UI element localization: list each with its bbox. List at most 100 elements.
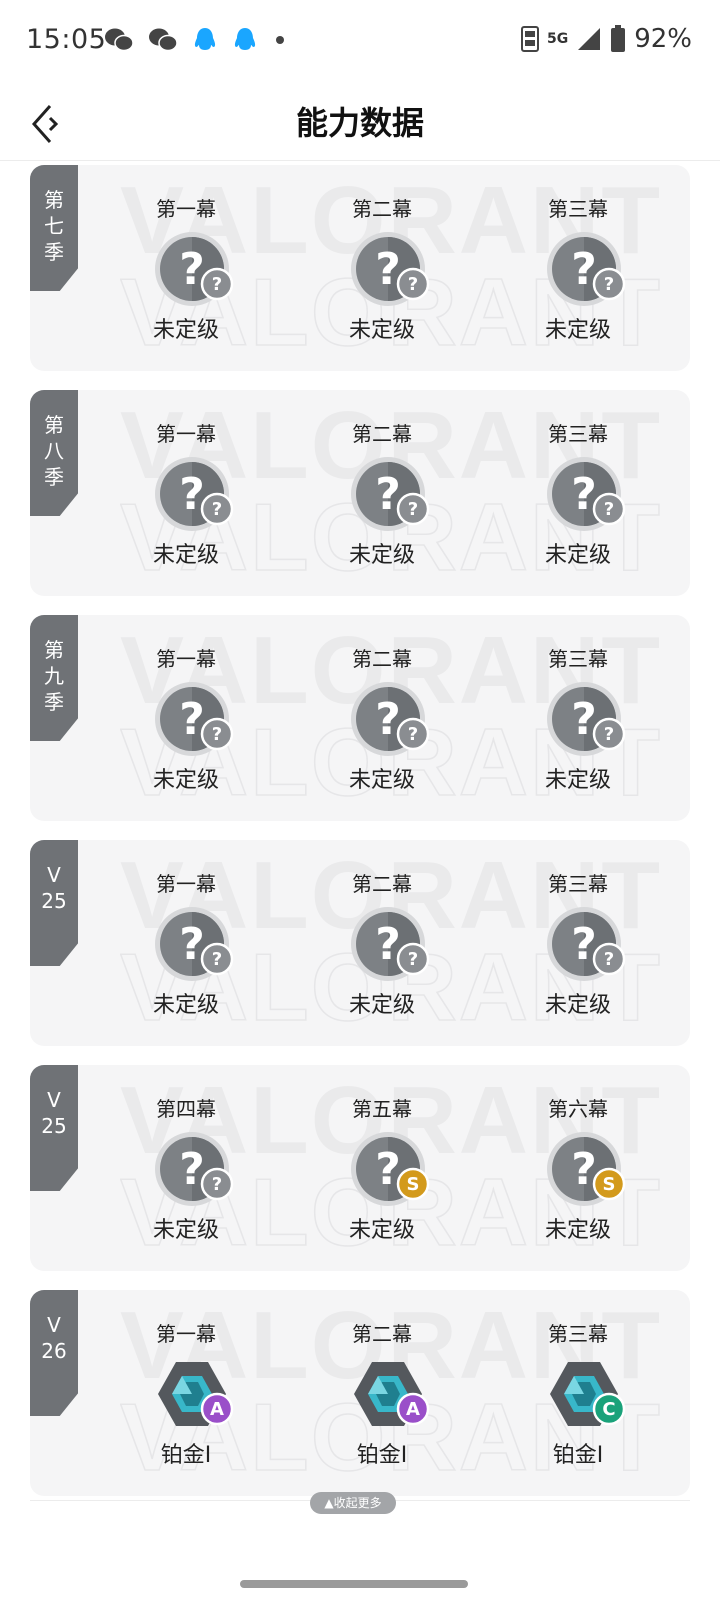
page-title: 能力数据: [295, 104, 424, 142]
home-indicator[interactable]: [240, 1580, 468, 1588]
act-title: 第一幕: [156, 872, 216, 896]
season-tag-text: 季: [44, 690, 64, 714]
season-card: VALORANT VALORANT 第九季第一幕?? 未定级 第二幕?? 未定级 第三幕??…: [30, 615, 690, 821]
act-title: 第三幕: [548, 197, 608, 221]
act-rank-label: 未定级: [152, 993, 219, 1018]
act-title: 第一幕: [156, 422, 216, 446]
act-title: 第二幕: [352, 647, 412, 671]
grade-letter: ?: [212, 949, 222, 970]
grade-letter: ?: [408, 724, 418, 745]
act-title: 第五幕: [352, 1097, 412, 1121]
season-card: VALORANT VALORANT 第八季第一幕?? 未定级 第二幕?? 未定级 第三幕??…: [30, 390, 690, 596]
collapse-more-button[interactable]: ▲收起更多: [310, 1492, 396, 1514]
season-tag-text: 七: [44, 214, 64, 238]
act-rank-label: 未定级: [544, 543, 611, 568]
act-rank-label: 未定级: [348, 543, 415, 568]
act-item[interactable]: 第一幕?? 未定级: [126, 615, 246, 821]
grade-letter: ?: [212, 499, 222, 520]
season-tag-text: 25: [41, 1114, 67, 1138]
grade-badge: ?: [396, 267, 430, 301]
act-rank-label: 未定级: [544, 993, 611, 1018]
grade-letter: S: [407, 1174, 420, 1195]
act-item[interactable]: 第六幕? S 未定级: [518, 1065, 638, 1271]
act-title: 第二幕: [352, 1322, 412, 1346]
acts-row: 第一幕?? 未定级 第二幕?? 未定级 第三幕?? 未定级: [126, 165, 690, 371]
acts-row: 第一幕?? 未定级 第二幕?? 未定级 第三幕?? 未定级: [126, 390, 690, 596]
qq-icon: [194, 28, 216, 50]
act-item[interactable]: 第三幕 C 铂金I: [518, 1290, 638, 1496]
dot-icon: [276, 36, 284, 44]
grade-badge: ?: [200, 492, 234, 526]
act-title: 第六幕: [548, 1097, 608, 1121]
act-rank-label: 未定级: [544, 318, 611, 343]
season-tag-text: 季: [44, 465, 64, 489]
season-tag-text: V: [47, 863, 61, 887]
act-rank-label: 未定级: [152, 543, 219, 568]
notification-icons: [104, 26, 288, 54]
season-tag-text: 季: [44, 240, 64, 264]
act-rank-label: 未定级: [544, 1218, 611, 1243]
season-tag: 第七季: [30, 165, 78, 291]
act-title: 第三幕: [548, 1322, 608, 1346]
act-rank-label: 未定级: [348, 1218, 415, 1243]
season-tag-text: 26: [41, 1339, 67, 1363]
collapse-label: 收起更多: [333, 1496, 382, 1510]
grade-letter: ?: [604, 724, 614, 745]
grade-letter: ?: [408, 274, 418, 295]
act-rank-label: 未定级: [152, 768, 219, 793]
grade-badge: S: [592, 1167, 626, 1201]
act-rank-label: 铂金I: [356, 1443, 408, 1468]
grade-letter: ?: [604, 499, 614, 520]
act-item[interactable]: 第二幕?? 未定级: [322, 390, 442, 596]
act-rank-label: 未定级: [152, 318, 219, 343]
acts-row: 第四幕?? 未定级 第五幕? S 未定级 第六幕? S 未定级: [126, 1065, 690, 1271]
act-item[interactable]: 第二幕 A 铂金I: [322, 1290, 442, 1496]
act-item[interactable]: 第一幕?? 未定级: [126, 840, 246, 1046]
season-tag: V 25: [30, 1065, 78, 1191]
act-rank-label: 未定级: [348, 768, 415, 793]
acts-row: 第一幕?? 未定级 第二幕?? 未定级 第三幕?? 未定级: [126, 615, 690, 821]
battery-percent: 92%: [634, 24, 692, 54]
act-item[interactable]: 第一幕?? 未定级: [126, 165, 246, 371]
grade-letter: ?: [212, 724, 222, 745]
act-item[interactable]: 第三幕?? 未定级: [518, 615, 638, 821]
act-rank-label: 铂金I: [552, 1443, 604, 1468]
season-tag-text: 九: [44, 664, 64, 688]
grade-letter: C: [602, 1399, 615, 1420]
act-item[interactable]: 第二幕?? 未定级: [322, 615, 442, 821]
grade-badge: ?: [592, 267, 626, 301]
grade-badge: A: [396, 1392, 430, 1426]
acts-row: 第一幕 A 铂金I 第二幕 A 铂金I 第三幕 C 铂金I: [126, 1290, 690, 1496]
grade-letter: S: [603, 1174, 616, 1195]
season-card: VALORANT VALORANT 第七季第一幕?? 未定级 第二幕?? 未定级 第三幕??…: [30, 165, 690, 371]
act-item[interactable]: 第一幕 A 铂金I: [126, 1290, 246, 1496]
act-item[interactable]: 第三幕?? 未定级: [518, 165, 638, 371]
grade-badge: ?: [396, 942, 430, 976]
act-item[interactable]: 第四幕?? 未定级: [126, 1065, 246, 1271]
act-title: 第一幕: [156, 647, 216, 671]
grade-letter: ?: [604, 274, 614, 295]
act-item[interactable]: 第三幕?? 未定级: [518, 840, 638, 1046]
act-item[interactable]: 第一幕?? 未定级: [126, 390, 246, 596]
acts-row: 第一幕?? 未定级 第二幕?? 未定级 第三幕?? 未定级: [126, 840, 690, 1046]
act-rank-label: 未定级: [544, 768, 611, 793]
season-card: VALORANT VALORANT V 25 第四幕?? 未定级 第五幕? S 未定级 第六幕? S…: [30, 1065, 690, 1271]
grade-badge: ?: [396, 717, 430, 751]
grade-letter: A: [210, 1399, 224, 1420]
act-rank-label: 未定级: [348, 993, 415, 1018]
season-list: VALORANT VALORANT 第七季第一幕?? 未定级 第二幕?? 未定级 第三幕??…: [30, 165, 690, 1515]
act-item[interactable]: 第二幕?? 未定级: [322, 840, 442, 1046]
qq-icon: [234, 28, 256, 50]
act-item[interactable]: 第五幕? S 未定级: [322, 1065, 442, 1271]
act-title: 第三幕: [548, 872, 608, 896]
act-item[interactable]: 第三幕?? 未定级: [518, 390, 638, 596]
grade-letter: ?: [408, 949, 418, 970]
network-label: 5G: [546, 31, 569, 47]
act-item[interactable]: 第二幕?? 未定级: [322, 165, 442, 371]
season-tag-text: V: [47, 1313, 61, 1337]
season-card: VALORANT VALORANT V 25 第一幕?? 未定级 第二幕?? 未定级 第三幕??…: [30, 840, 690, 1046]
collapse-up-icon: ▲: [324, 1496, 334, 1510]
grade-badge: A: [200, 1392, 234, 1426]
grade-letter: ?: [604, 949, 614, 970]
battery-icon: [611, 25, 626, 52]
